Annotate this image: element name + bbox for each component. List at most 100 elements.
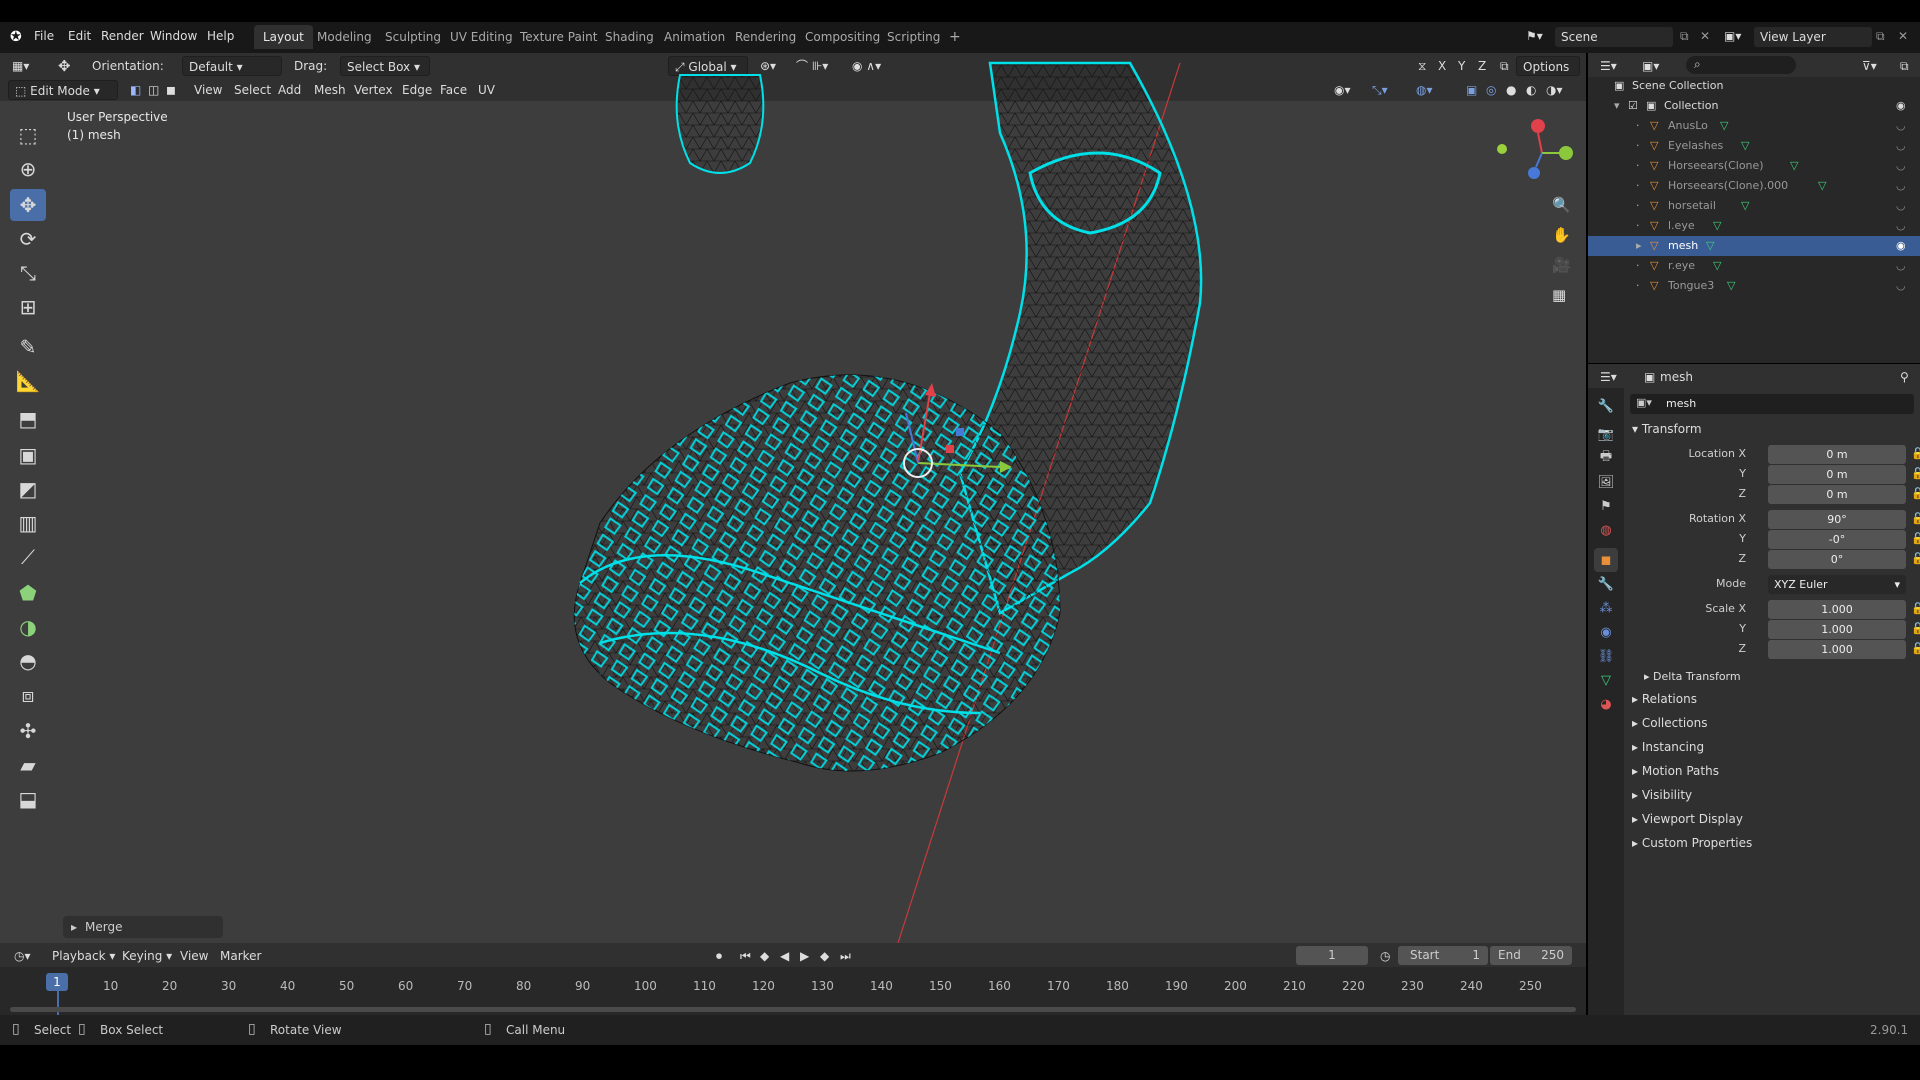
display-mode-icon[interactable]: ▣▾ xyxy=(1636,56,1665,76)
bevel-tool-icon[interactable]: ◩ xyxy=(10,473,46,505)
tab-uv-editing[interactable]: UV Editing xyxy=(441,25,522,49)
tab-sculpting[interactable]: Sculpting xyxy=(376,25,450,49)
cursor-tool-icon[interactable]: ⊕ xyxy=(10,153,46,185)
current-frame-field[interactable]: 1 xyxy=(1296,946,1368,965)
loop-cut-tool-icon[interactable]: ▥ xyxy=(10,507,46,539)
panel-header[interactable]: ▸ Instancing xyxy=(1632,740,1704,754)
outliner-item[interactable]: · ▽ Tongue3 ▽ ◡ xyxy=(1588,276,1920,296)
blender-logo-icon[interactable]: ✪ xyxy=(10,29,22,45)
menu-window[interactable]: Window xyxy=(150,29,197,43)
select-box-tool-icon[interactable]: ⬚ xyxy=(10,119,46,151)
tab-scripting[interactable]: Scripting xyxy=(878,25,949,49)
outliner-item[interactable]: · ▽ horsetail ▽ ◡ xyxy=(1588,196,1920,216)
record-icon[interactable]: ⏺ xyxy=(710,946,728,966)
collection-expand-icon[interactable]: ▾ xyxy=(1614,96,1620,116)
menu-render[interactable]: Render xyxy=(101,29,144,43)
tab-texture-paint[interactable]: Texture Paint xyxy=(511,25,606,49)
rotate-tool-icon[interactable]: ⟳ xyxy=(10,223,46,255)
panel-header[interactable]: ▸ Collections xyxy=(1632,716,1707,730)
object-tab-icon[interactable]: ◼ xyxy=(1594,548,1618,572)
menu-edit[interactable]: Edit xyxy=(68,29,91,43)
panel-header[interactable]: ▸ Custom Properties xyxy=(1632,836,1752,850)
playhead[interactable]: 1 xyxy=(46,973,68,991)
tab-animation[interactable]: Animation xyxy=(655,25,734,49)
outliner-item[interactable]: · ▽ Eyelashes ▽ ◡ xyxy=(1588,136,1920,156)
annotate-tool-icon[interactable]: ✎ xyxy=(10,331,46,363)
camera-icon[interactable]: 🎥 xyxy=(1552,256,1571,274)
properties-editor-icon[interactable]: ☰▾ xyxy=(1594,367,1623,387)
location-z-field[interactable]: 0 m xyxy=(1768,485,1906,504)
delta-transform-subpanel[interactable]: ▸ Delta Transform xyxy=(1644,670,1741,683)
tab-compositing[interactable]: Compositing xyxy=(796,25,889,49)
move-tool-button-icon[interactable]: ✥ xyxy=(10,189,46,221)
view-layer-icon[interactable]: ▣▾ xyxy=(1724,29,1741,43)
measure-tool-icon[interactable]: 📐 xyxy=(10,365,46,397)
play-reverse-icon[interactable]: ◀ xyxy=(774,946,795,966)
expand-icon[interactable]: · xyxy=(1636,196,1640,216)
eye-closed-icon[interactable]: ◡ xyxy=(1896,176,1906,196)
view-layer-tab-icon[interactable]: 🖼 xyxy=(1594,470,1618,494)
end-frame-field[interactable]: End 250 xyxy=(1490,946,1572,965)
last-operator-panel[interactable]: ▸ Merge xyxy=(63,916,223,938)
particles-tab-icon[interactable]: ⁂ xyxy=(1594,596,1618,620)
outliner-item[interactable]: · ▽ l.eye ▽ ◡ xyxy=(1588,216,1920,236)
pan-hand-icon[interactable]: ✋ xyxy=(1552,226,1571,244)
output-tab-icon[interactable]: 🖶 xyxy=(1594,446,1618,470)
lock-icon[interactable]: 🔓 xyxy=(1911,552,1920,565)
scene-icon[interactable]: ⚑▾ xyxy=(1526,29,1543,43)
ortho-grid-icon[interactable]: ▦ xyxy=(1552,286,1566,304)
scene-close-icon[interactable]: ✕ xyxy=(1700,29,1710,43)
timeline-editor-icon[interactable]: ◷▾ xyxy=(8,946,37,966)
expand-icon[interactable]: · xyxy=(1636,116,1640,136)
transform-tool-icon[interactable]: ⊞ xyxy=(10,291,46,323)
outliner-item[interactable]: · ▽ AnusLo ▽ ◡ xyxy=(1588,116,1920,136)
scene-collection-row[interactable]: ▣ Scene Collection xyxy=(1588,76,1920,96)
inset-tool-icon[interactable]: ▣ xyxy=(10,439,46,471)
poly-build-tool-icon[interactable]: ⬟ xyxy=(10,577,46,609)
lock-icon[interactable]: 🔓 xyxy=(1911,467,1920,480)
outliner-search-input[interactable]: ⌕ xyxy=(1686,56,1796,74)
pin-icon[interactable]: ⚲ xyxy=(1894,367,1915,387)
lock-icon[interactable]: 🔓 xyxy=(1911,487,1920,500)
tab-shading[interactable]: Shading xyxy=(596,25,663,49)
eye-closed-icon[interactable]: ◡ xyxy=(1896,216,1906,236)
scale-y-field[interactable]: 1.000 xyxy=(1768,620,1906,639)
view-layer-close-icon[interactable]: ✕ xyxy=(1898,29,1908,43)
checkbox-icon[interactable]: ☑ xyxy=(1628,96,1638,116)
eye-closed-icon[interactable]: ◡ xyxy=(1896,156,1906,176)
knife-tool-icon[interactable]: ⟋ xyxy=(10,541,46,573)
shear-tool-icon[interactable]: ▰ xyxy=(10,749,46,781)
material-tab-icon[interactable]: ◕ xyxy=(1594,692,1618,716)
expand-icon[interactable]: · xyxy=(1636,256,1640,276)
lock-icon[interactable]: 🔓 xyxy=(1911,622,1920,635)
scale-tool-icon[interactable]: ⤡ xyxy=(10,257,46,289)
eye-icon[interactable]: ◉ xyxy=(1896,236,1906,256)
eye-closed-icon[interactable]: ◡ xyxy=(1896,276,1906,296)
physics-tab-icon[interactable]: ◉ xyxy=(1594,620,1618,644)
new-collection-icon[interactable]: ⧉ xyxy=(1894,56,1915,76)
shrink-fatten-tool-icon[interactable]: ✣ xyxy=(10,715,46,747)
edge-slide-tool-icon[interactable]: ⧈ xyxy=(10,679,46,711)
rotation-z-field[interactable]: 0° xyxy=(1768,550,1906,569)
tab-modeling[interactable]: Modeling xyxy=(308,25,381,49)
smooth-tool-icon[interactable]: ◓ xyxy=(10,645,46,677)
panel-header[interactable]: ▸ Relations xyxy=(1632,692,1697,706)
expand-icon[interactable]: ▸ xyxy=(1636,236,1642,256)
view-layer-selector[interactable]: View Layer xyxy=(1754,27,1872,47)
rotation-x-field[interactable]: 90° xyxy=(1768,510,1906,529)
constraints-tab-icon[interactable]: ⛓ xyxy=(1594,644,1618,668)
next-keyframe-icon[interactable]: ◆ xyxy=(814,946,835,966)
render-tab-icon[interactable]: 📷 xyxy=(1594,422,1618,446)
timeline-view-menu[interactable]: View xyxy=(174,946,214,966)
collection-row[interactable]: ▾ ☑ ▣ Collection ◉ xyxy=(1588,96,1920,116)
eye-closed-icon[interactable]: ◡ xyxy=(1896,256,1906,276)
add-workspace-icon[interactable]: + xyxy=(940,25,970,49)
timeline-scrollbar[interactable] xyxy=(10,1007,1576,1012)
panel-header[interactable]: ▸ Visibility xyxy=(1632,788,1692,802)
expand-icon[interactable]: · xyxy=(1636,216,1640,236)
zoom-icon[interactable]: 🔍 xyxy=(1552,196,1571,214)
clock-icon[interactable]: ◷ xyxy=(1374,946,1396,966)
rip-tool-icon[interactable]: ⬓ xyxy=(10,783,46,815)
outliner-editor-icon[interactable]: ☰▾ xyxy=(1594,56,1623,76)
keying-menu[interactable]: Keying ▾ xyxy=(116,946,178,966)
